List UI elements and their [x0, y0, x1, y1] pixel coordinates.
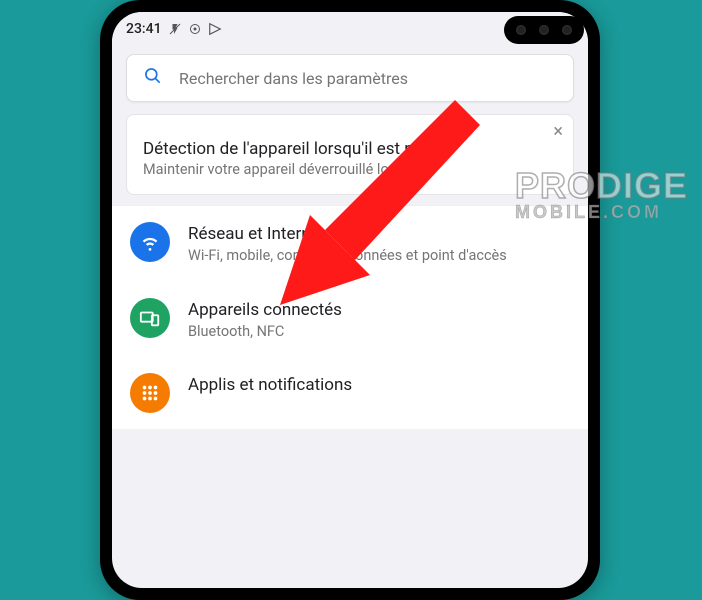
- settings-search[interactable]: Rechercher dans les paramètres: [126, 54, 574, 102]
- screen: 23:41 75 %: [112, 12, 588, 588]
- phone-frame: 23:41 75 %: [100, 0, 600, 600]
- wifi-icon: [130, 222, 170, 262]
- apps-icon: [130, 373, 170, 413]
- play-icon: [208, 22, 222, 36]
- row-subtitle: Wi-Fi, mobile, conso des données et poin…: [188, 246, 570, 266]
- suggestion-card[interactable]: × Détection de l'appareil lorsqu'il est …: [126, 114, 574, 195]
- card-title: Détection de l'appareil lorsqu'il est po…: [143, 139, 557, 159]
- row-apps[interactable]: Applis et notifications: [112, 357, 588, 429]
- search-icon: [143, 66, 163, 90]
- location-icon: [188, 22, 202, 36]
- row-network[interactable]: Réseau et Internet Wi-Fi, mobile, conso …: [112, 206, 588, 282]
- row-subtitle: Bluetooth, NFC: [188, 322, 570, 342]
- card-subtitle: Maintenir votre appareil déverrouillé lo…: [143, 161, 557, 178]
- close-icon[interactable]: ×: [553, 123, 563, 141]
- row-title: Appareils connectés: [188, 300, 570, 320]
- camera-cutout: [504, 16, 584, 44]
- settings-list: Réseau et Internet Wi-Fi, mobile, conso …: [112, 205, 588, 429]
- row-devices[interactable]: Appareils connectés Bluetooth, NFC: [112, 282, 588, 358]
- data-off-icon: [168, 22, 182, 36]
- devices-icon: [130, 298, 170, 338]
- clock: 23:41: [126, 21, 162, 37]
- row-title: Réseau et Internet: [188, 224, 570, 244]
- search-placeholder: Rechercher dans les paramètres: [179, 69, 408, 88]
- row-title: Applis et notifications: [188, 375, 570, 395]
